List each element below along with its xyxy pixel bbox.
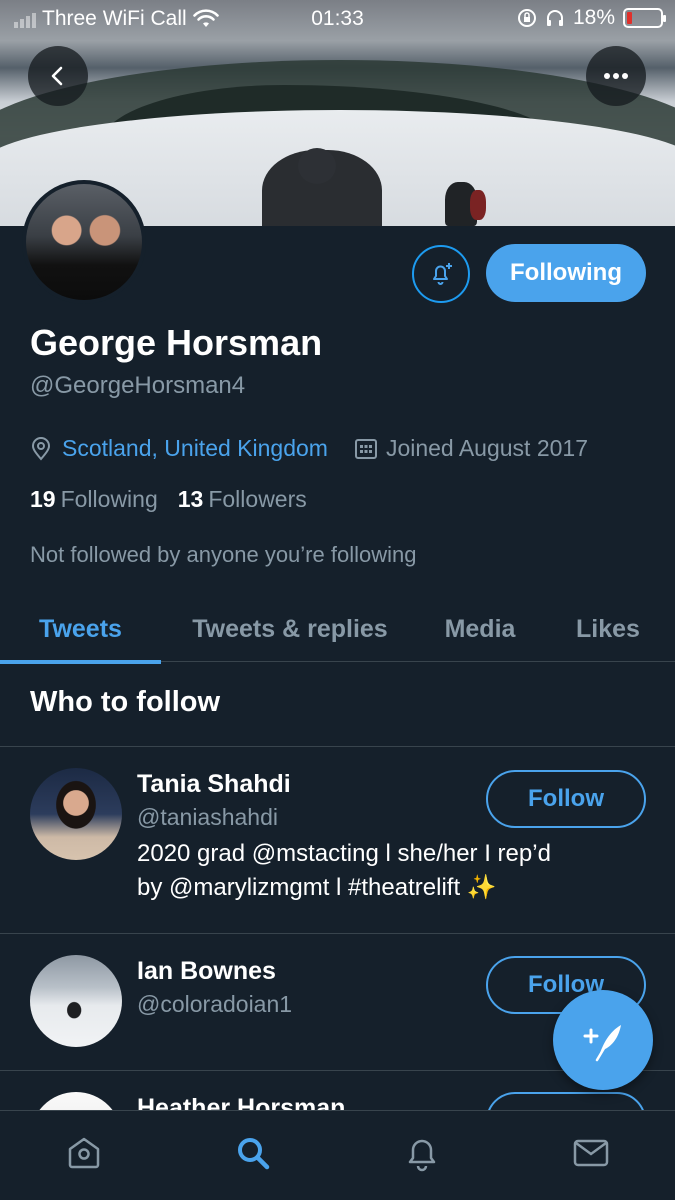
suggestion-avatar[interactable] <box>30 955 122 1047</box>
tab-media[interactable]: Media <box>419 596 541 662</box>
suggestion-name[interactable]: Ian Bownes <box>137 957 276 986</box>
notifications-icon <box>408 1139 436 1171</box>
follow-button[interactable]: Follow <box>486 1092 646 1110</box>
notification-bell-plus-icon <box>433 263 452 285</box>
profile-tabs: Tweets Tweets & replies Media Likes <box>0 596 675 664</box>
home-icon <box>69 1137 100 1168</box>
compose-tweet-button[interactable] <box>553 990 653 1090</box>
search-icon <box>238 1137 270 1169</box>
following-button[interactable]: Following <box>486 244 646 302</box>
suggestion-avatar[interactable] <box>30 768 122 860</box>
status-bar: Three WiFi Call 01:33 18% <box>0 0 675 38</box>
location-pin-icon <box>31 436 51 461</box>
back-arrow-icon <box>51 66 63 86</box>
follow-counts: 19 Following 13 Followers <box>30 486 307 513</box>
followers-count-link[interactable]: 13 Followers <box>178 486 307 513</box>
profile-handle: @GeorgeHorsman4 <box>30 372 246 399</box>
nav-notifications[interactable] <box>392 1123 452 1183</box>
calendar-icon <box>354 438 377 459</box>
rotation-lock-icon <box>517 9 536 27</box>
suggestion-item[interactable]: Tania Shahdi @taniashahdi 2020 grad @mst… <box>0 746 675 933</box>
compose-tweet-icon <box>583 1025 621 1062</box>
profile-meta: Scotland, United Kingdom Joined August 2… <box>30 435 588 462</box>
nav-search[interactable] <box>223 1123 283 1183</box>
back-button[interactable] <box>28 46 88 106</box>
avatar-image <box>26 184 142 300</box>
tab-likes[interactable]: Likes <box>541 596 675 662</box>
following-count-link[interactable]: 19 Following <box>30 486 158 513</box>
bottom-nav <box>0 1110 675 1200</box>
battery-icon <box>623 8 666 28</box>
more-icon <box>604 73 628 79</box>
headphones-icon <box>546 10 563 26</box>
suggestion-handle: @taniashahdi <box>137 804 278 830</box>
tab-tweets-and-replies[interactable]: Tweets & replies <box>161 596 419 662</box>
profile-location[interactable]: Scotland, United Kingdom <box>62 435 328 462</box>
suggestion-name[interactable]: Heather Horsman <box>137 1094 345 1110</box>
profile-avatar[interactable] <box>22 180 146 304</box>
nav-home[interactable] <box>54 1123 114 1183</box>
suggestion-handle: @coloradoian1 <box>137 991 293 1017</box>
who-to-follow-heading: Who to follow <box>30 686 221 718</box>
nav-messages[interactable] <box>561 1123 621 1183</box>
profile-joined-date: Joined August 2017 <box>385 435 588 461</box>
suggestion-name[interactable]: Tania Shahdi <box>137 770 291 799</box>
suggestion-bio: 2020 grad @mstacting l she/her I rep’d b… <box>137 840 551 901</box>
follow-button[interactable]: Follow <box>486 770 646 828</box>
messages-icon <box>573 1139 608 1166</box>
suggestion-avatar[interactable] <box>30 1092 122 1110</box>
mutual-followers-note: Not followed by anyone you’re following <box>30 542 417 567</box>
notifications-toggle-button[interactable] <box>412 245 470 303</box>
battery-percent: 18% <box>572 6 615 29</box>
more-button[interactable] <box>586 46 646 106</box>
tab-tweets[interactable]: Tweets <box>0 596 161 664</box>
profile-name: George Horsman <box>30 322 323 363</box>
